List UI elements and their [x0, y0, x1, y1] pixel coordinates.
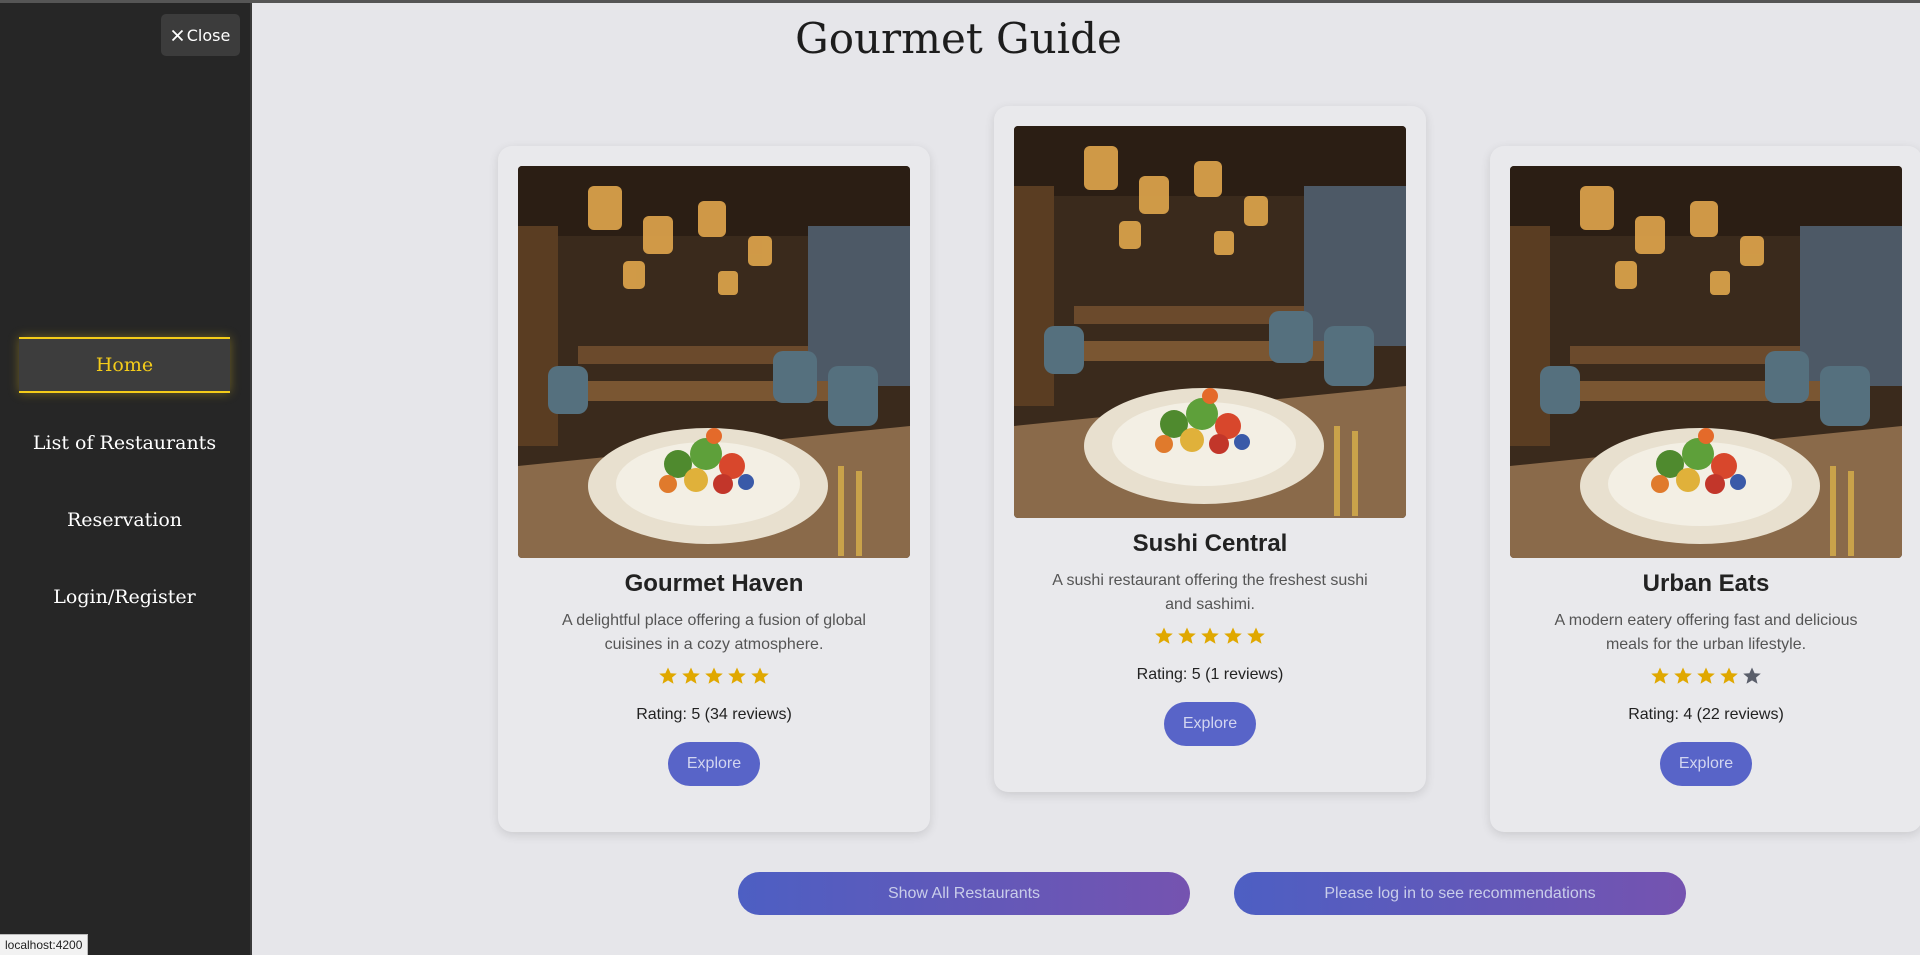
star-filled-icon	[751, 667, 769, 684]
restaurant-description: A modern eatery offering fast and delici…	[1554, 612, 1858, 653]
main-content: Gourmet Guide Gourmet Haven A delightful…	[252, 0, 1920, 955]
restaurant-image	[518, 166, 910, 558]
close-sidebar-button[interactable]: Close	[161, 14, 240, 56]
star-filled-icon	[1697, 667, 1715, 684]
star-filled-icon	[1201, 627, 1219, 644]
star-filled-icon	[1674, 667, 1692, 684]
status-bar-url: localhost:4200	[0, 934, 89, 955]
star-rating	[1490, 666, 1920, 686]
star-empty-icon	[1743, 667, 1761, 684]
rating-text: Rating: 5 (34 reviews)	[636, 706, 792, 723]
close-icon	[171, 29, 184, 42]
rating-text: Rating: 4 (22 reviews)	[1628, 706, 1784, 723]
star-rating	[498, 666, 930, 686]
page-title: Gourmet Guide	[795, 14, 1122, 63]
restaurant-card: Gourmet Haven A delightful place offerin…	[498, 146, 930, 832]
restaurant-name: Sushi Central	[1132, 530, 1288, 557]
sidebar-item-label: List of Restaurants	[32, 432, 217, 454]
restaurant-card: Sushi Central A sushi restaurant offerin…	[994, 106, 1426, 792]
sidebar-item-label: Login/Register	[53, 586, 196, 608]
sidebar-item-login-register[interactable]: Login/Register	[19, 569, 230, 625]
show-all-restaurants-button[interactable]: Show All Restaurants	[738, 872, 1190, 915]
restaurant-image	[1510, 166, 1902, 558]
explore-button[interactable]: Explore	[1660, 742, 1752, 786]
star-rating	[994, 626, 1426, 646]
star-filled-icon	[728, 667, 746, 684]
star-filled-icon	[705, 667, 723, 684]
star-filled-icon	[1178, 627, 1196, 644]
star-filled-icon	[659, 667, 677, 684]
rating-text: Rating: 5 (1 reviews)	[1136, 666, 1284, 683]
sidebar: Close Home List of Restaurants Reservati…	[0, 0, 252, 955]
restaurant-card: Urban Eats A modern eatery offering fast…	[1490, 146, 1920, 832]
restaurant-description: A delightful place offering a fusion of …	[562, 612, 866, 653]
recommendations-button[interactable]: Please log in to see recommendations	[1234, 872, 1686, 915]
star-filled-icon	[1651, 667, 1669, 684]
sidebar-item-label: Reservation	[66, 509, 183, 531]
close-label: Close	[186, 25, 231, 45]
star-filled-icon	[1247, 627, 1265, 644]
star-filled-icon	[1155, 627, 1173, 644]
star-filled-icon	[1720, 667, 1738, 684]
star-filled-icon	[1224, 627, 1242, 644]
explore-button[interactable]: Explore	[1164, 702, 1256, 746]
restaurant-description: A sushi restaurant offering the freshest…	[1052, 572, 1368, 613]
sidebar-item-label: Home	[95, 354, 154, 376]
star-filled-icon	[682, 667, 700, 684]
restaurant-name: Gourmet Haven	[624, 570, 804, 597]
explore-button[interactable]: Explore	[668, 742, 760, 786]
window-top-border	[0, 0, 1920, 3]
restaurant-image	[1014, 126, 1406, 518]
sidebar-item-home[interactable]: Home	[19, 337, 230, 393]
sidebar-item-restaurants[interactable]: List of Restaurants	[19, 415, 230, 471]
restaurant-name: Urban Eats	[1642, 570, 1770, 597]
sidebar-item-reservation[interactable]: Reservation	[19, 492, 230, 548]
